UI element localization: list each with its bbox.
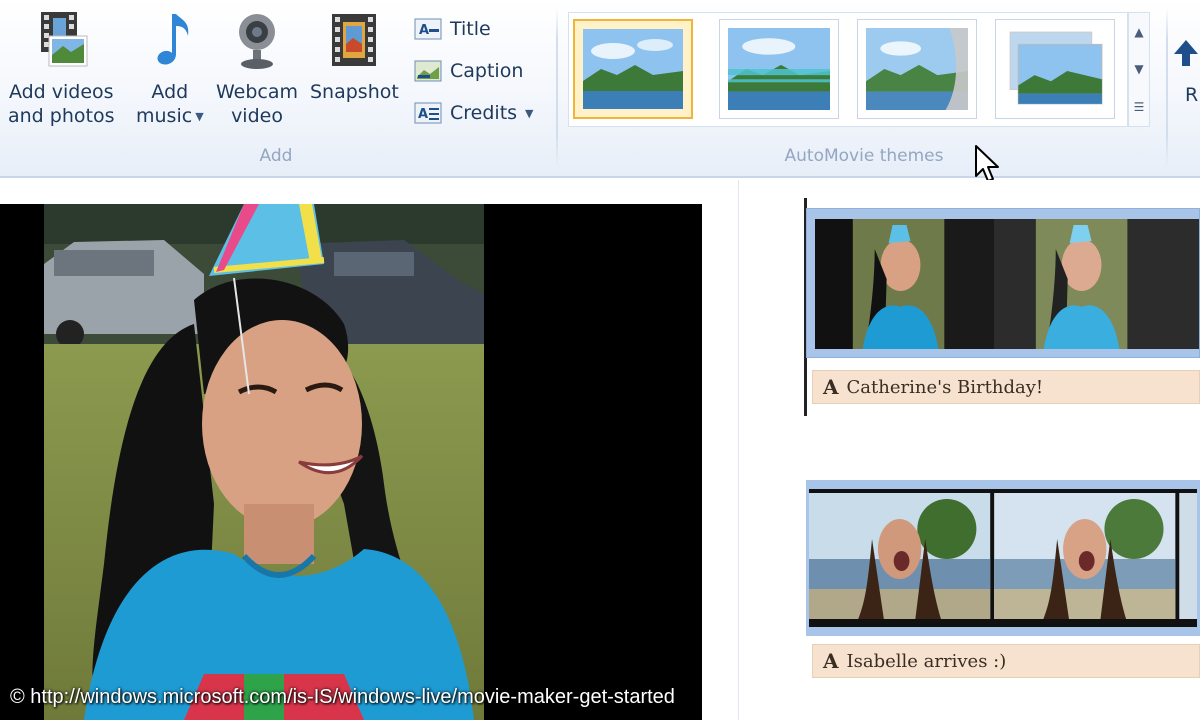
add-music-label-line1: Add	[151, 81, 189, 103]
add-music-button[interactable]: Add music ▼	[136, 10, 204, 129]
group-separator	[556, 8, 558, 168]
automovie-themes-label: AutoMovie themes	[784, 146, 944, 166]
music-note-icon	[157, 14, 189, 65]
clip-1-frames	[815, 219, 1199, 349]
snapshot-icon	[332, 14, 377, 66]
add-videos-label-line2: and photos	[8, 105, 115, 127]
caption-button[interactable]: Caption	[414, 56, 523, 86]
text-caption-icon: A	[823, 649, 839, 673]
film-photo-icon	[41, 12, 88, 67]
gallery-expand-icon[interactable]: ☰	[1134, 100, 1145, 114]
chevron-down-icon: ▼	[195, 109, 204, 123]
add-group-label: Add	[259, 146, 293, 166]
clip-2-caption-bar[interactable]: A Isabelle arrives :)	[812, 644, 1200, 678]
webcam-icon	[239, 14, 276, 69]
landscape-thumbnail-icon	[583, 29, 683, 109]
landscape-thumbnail-icon	[866, 28, 968, 110]
storyboard-clip-1[interactable]	[806, 208, 1200, 358]
clip-1-caption: Catherine's Birthday!	[846, 376, 1044, 398]
add-music-label-line2: music	[136, 105, 193, 127]
scroll-down-icon[interactable]: ▼	[1134, 62, 1143, 76]
clip-2-frames	[809, 489, 1197, 627]
theme-thumbnail-1[interactable]	[573, 19, 693, 119]
theme-thumbnail-2[interactable]	[719, 19, 839, 119]
scroll-up-icon[interactable]: ▲	[1134, 25, 1143, 39]
source-credit: © http://windows.microsoft.com/is-IS/win…	[10, 686, 675, 708]
preview-photo	[44, 204, 484, 720]
add-videos-label-line1: Add videos	[8, 81, 114, 103]
title-label: Title	[450, 18, 491, 40]
clip-2-caption: Isabelle arrives :)	[846, 650, 1007, 672]
chevron-down-icon[interactable]: ▼	[525, 107, 533, 120]
theme-thumbnail-4[interactable]	[995, 19, 1115, 119]
credits-label: Credits	[450, 102, 518, 124]
clip-1-caption-bar[interactable]: A Catherine's Birthday!	[812, 370, 1200, 404]
text-caption-icon: A	[823, 375, 839, 399]
caption-label: Caption	[450, 60, 524, 82]
storyboard-clip-2[interactable]	[806, 480, 1200, 636]
snapshot-label: Snapshot	[310, 81, 399, 103]
automovie-themes-gallery	[568, 12, 1128, 127]
clip-thumbnail	[809, 489, 1197, 627]
landscape-thumbnail-icon	[728, 28, 830, 110]
clip-thumbnail	[815, 219, 1199, 349]
credits-button[interactable]: A Credits ▼	[414, 98, 534, 128]
title-icon: A	[414, 18, 442, 40]
webcam-label-line2: video	[231, 105, 283, 127]
svg-text:A: A	[418, 107, 428, 122]
title-button[interactable]: A Title	[414, 14, 491, 44]
themes-gallery-scroll: ▲ ▼ ☰	[1128, 12, 1150, 127]
credits-icon: A	[414, 102, 442, 124]
add-music-dropdown[interactable]: music ▼	[136, 104, 204, 129]
add-videos-photos-button[interactable]: Add videos and photos	[8, 10, 115, 128]
video-preview-pane[interactable]	[0, 204, 702, 720]
snapshot-button[interactable]: Snapshot	[310, 10, 399, 104]
partial-ribbon-label: R	[1185, 84, 1199, 106]
theme-thumbnail-3[interactable]	[857, 19, 977, 119]
caption-icon	[414, 60, 442, 82]
webcam-label-line1: Webcam	[216, 81, 299, 103]
group-separator	[1166, 8, 1168, 168]
svg-text:A: A	[419, 23, 429, 38]
ribbon: Add videos and photos Add music ▼ Webcam …	[0, 0, 1200, 178]
landscape-thumbnail-icon	[1004, 28, 1106, 110]
mouse-cursor-icon	[975, 145, 999, 182]
webcam-video-button[interactable]: Webcam video	[216, 10, 298, 128]
